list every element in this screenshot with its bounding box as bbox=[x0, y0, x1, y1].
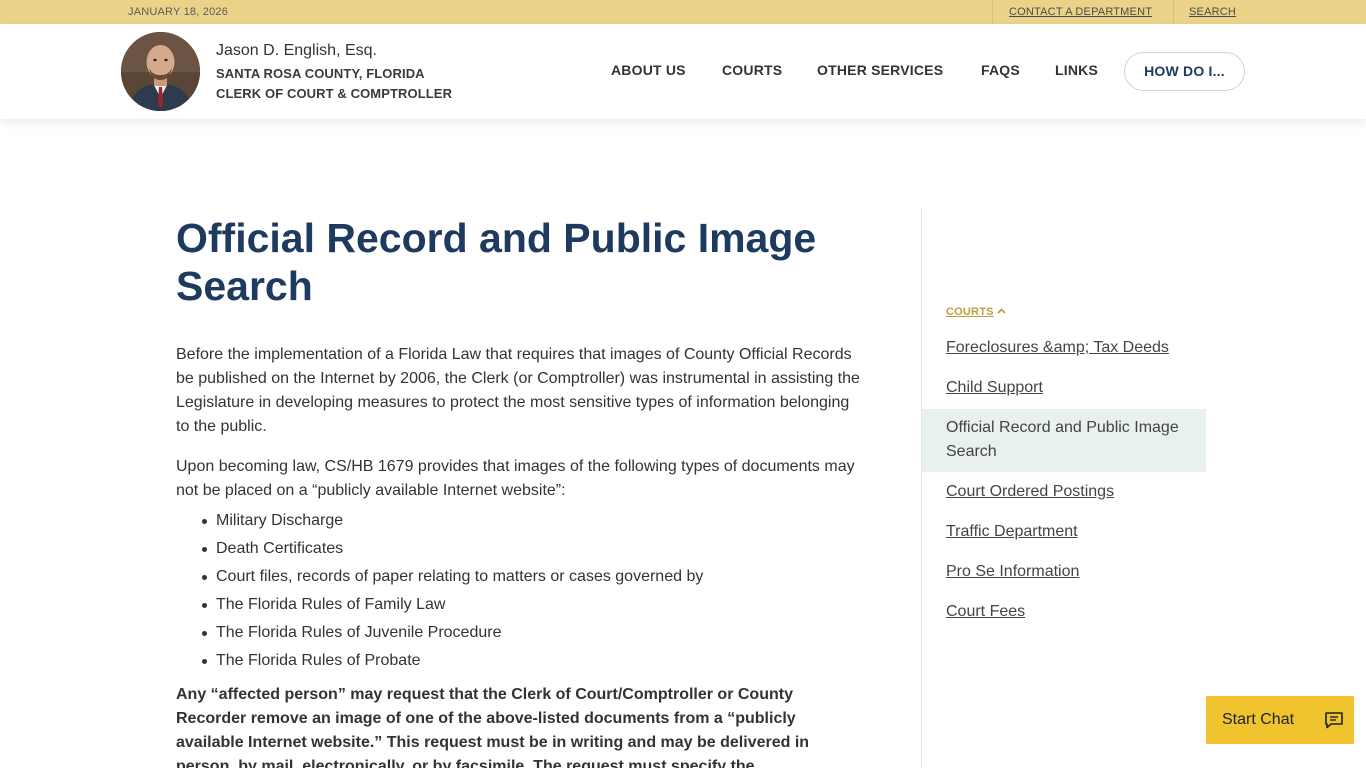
site-header: Jason D. English, Esq. SANTA ROSA COUNTY… bbox=[0, 24, 1366, 119]
restricted-documents-list: Military Discharge Death Certificates Co… bbox=[201, 507, 703, 675]
sidebar-item-traffic-department[interactable]: Traffic Department bbox=[946, 520, 1078, 544]
intro-paragraph: Before the implementation of a Florida L… bbox=[176, 346, 860, 435]
sidebar-heading-label: COURTS bbox=[946, 306, 994, 318]
sidebar-item-pro-se-information[interactable]: Pro Se Information bbox=[946, 560, 1079, 584]
list-item: The Florida Rules of Probate bbox=[201, 647, 703, 675]
sidebar-item-court-ordered-postings[interactable]: Court Ordered Postings bbox=[946, 480, 1114, 504]
official-portrait[interactable] bbox=[121, 32, 200, 111]
sidebar-item-foreclosures[interactable]: Foreclosures &amp; Tax Deeds bbox=[946, 336, 1169, 360]
utility-divider bbox=[992, 0, 993, 24]
start-chat-button[interactable]: Start Chat bbox=[1206, 696, 1354, 744]
sidebar-item-label: Official Record and Public Image Search bbox=[946, 419, 1179, 460]
contact-department-link[interactable]: CONTACT A DEPARTMENT bbox=[1009, 6, 1152, 18]
official-name[interactable]: Jason D. English, Esq. bbox=[216, 42, 377, 60]
list-item: Court files, records of paper relating t… bbox=[201, 563, 703, 591]
office-name[interactable]: CLERK OF COURT & COMPTROLLER bbox=[216, 86, 452, 101]
county-name[interactable]: SANTA ROSA COUNTY, FLORIDA bbox=[216, 66, 425, 81]
nav-courts[interactable]: COURTS bbox=[722, 62, 782, 78]
sidebar-item-child-support[interactable]: Child Support bbox=[946, 376, 1043, 400]
sidebar-item-official-record[interactable]: Official Record and Public Image Search bbox=[922, 409, 1206, 472]
search-link[interactable]: SEARCH bbox=[1189, 6, 1236, 18]
nav-other-services[interactable]: OTHER SERVICES bbox=[817, 62, 943, 78]
nav-links[interactable]: LINKS bbox=[1055, 62, 1098, 78]
list-item: The Florida Rules of Juvenile Procedure bbox=[201, 619, 703, 647]
chat-bubble-icon bbox=[1324, 711, 1344, 729]
list-item: Death Certificates bbox=[201, 535, 703, 563]
chevron-up-icon bbox=[997, 305, 1006, 317]
page-title: Official Record and Public Image Search bbox=[176, 215, 817, 309]
list-item: Military Discharge bbox=[201, 507, 703, 535]
law-paragraph: Upon becoming law, CS/HB 1679 provides t… bbox=[176, 458, 855, 499]
sidebar-heading-courts[interactable]: COURTS bbox=[946, 305, 1006, 318]
list-item: The Florida Rules of Family Law bbox=[201, 591, 703, 619]
nav-faqs[interactable]: FAQS bbox=[981, 62, 1020, 78]
utility-bar: JANUARY 18, 2026 CONTACT A DEPARTMENT SE… bbox=[0, 0, 1366, 24]
affected-person-paragraph: Any “affected person” may request that t… bbox=[176, 686, 810, 768]
how-do-i-button[interactable]: HOW DO I... bbox=[1124, 52, 1245, 91]
start-chat-label: Start Chat bbox=[1222, 711, 1295, 728]
nav-about-us[interactable]: ABOUT US bbox=[611, 62, 686, 78]
sidebar-divider bbox=[921, 208, 922, 768]
sidebar-item-court-fees[interactable]: Court Fees bbox=[946, 600, 1025, 624]
utility-divider bbox=[1173, 0, 1174, 24]
current-date: JANUARY 18, 2026 bbox=[128, 6, 229, 18]
